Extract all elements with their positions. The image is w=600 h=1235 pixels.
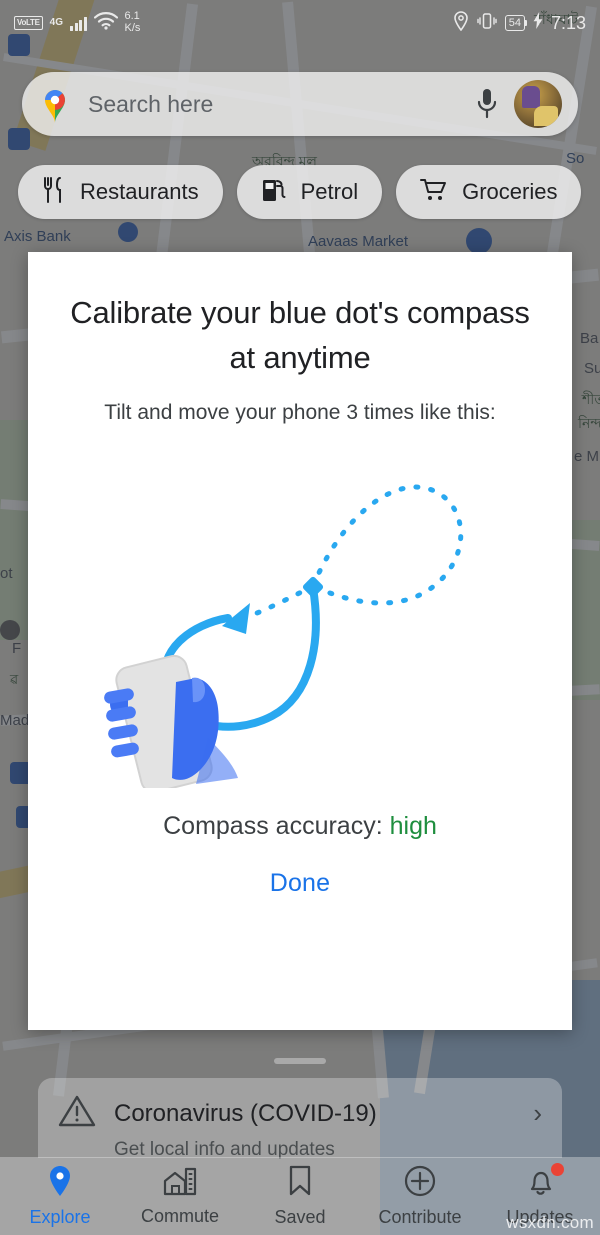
avatar[interactable] (514, 80, 562, 128)
accuracy-label: Compass accuracy: (163, 812, 383, 841)
microphone-icon[interactable] (474, 87, 500, 121)
nav-label: Commute (140, 1205, 220, 1226)
chevron-right-icon[interactable]: › (533, 1098, 542, 1129)
compass-calibration-dialog: Calibrate your blue dot's compass at any… (28, 252, 572, 1030)
data-speed-indicator: 6.1 K/s (125, 11, 141, 34)
nav-item-saved[interactable]: Saved (240, 1165, 360, 1228)
signal-bars-icon (70, 15, 87, 31)
data-speed-unit: K/s (124, 22, 141, 34)
covid-card-row[interactable]: Coronavirus (COVID-19) › (58, 1094, 542, 1133)
dialog-title: Calibrate your blue dot's compass at any… (70, 295, 530, 376)
search-bar[interactable]: Search here (22, 72, 578, 136)
dialog-subtitle: Tilt and move your phone 3 times like th… (104, 400, 496, 424)
nav-label: Explore (29, 1206, 91, 1227)
shopping-cart-icon (420, 177, 448, 208)
wifi-icon (93, 11, 118, 35)
figure-eight-calibration-illustration (100, 438, 500, 794)
watermark: wsxdn.com (506, 1213, 594, 1232)
covid-card-title: Coronavirus (COVID-19) (114, 1099, 377, 1127)
battery-indicator: 54 (504, 15, 528, 31)
accuracy-value: high (389, 812, 437, 841)
bell-icon (526, 1165, 554, 1202)
location-pin-icon (46, 1165, 74, 1202)
dashed-entry-path (237, 583, 316, 623)
done-button[interactable]: Done (270, 869, 331, 898)
chip-groceries[interactable]: Groceries (396, 165, 582, 219)
data-speed-value: 6.1 (124, 10, 140, 23)
updates-badge-dot (551, 1162, 564, 1176)
google-maps-pin-icon (38, 84, 72, 124)
bottom-sheet-drag-handle[interactable] (274, 1058, 326, 1064)
chip-petrol[interactable]: Petrol (236, 165, 383, 219)
chip-restaurants[interactable]: Restaurants (18, 165, 223, 219)
charging-bolt-icon (533, 12, 543, 34)
location-pin-icon (453, 10, 469, 36)
nav-item-commute[interactable]: Commute (120, 1166, 240, 1227)
compass-accuracy-status: Compass accuracy: high (163, 812, 437, 841)
search-input[interactable]: Search here (88, 91, 474, 118)
clock-label: 7:13 (550, 12, 586, 33)
restaurant-icon (42, 176, 66, 208)
volte-icon: VoLTE (14, 16, 43, 30)
dashed-loop-path (309, 484, 464, 606)
warning-triangle-icon (58, 1094, 96, 1133)
buildings-icon (163, 1166, 197, 1201)
chip-label: Restaurants (80, 179, 199, 204)
chip-label: Petrol (300, 179, 359, 204)
plus-circle-icon (404, 1165, 436, 1202)
nav-item-contribute[interactable]: Contribute (360, 1165, 480, 1228)
network-type-label: 4G (49, 17, 63, 29)
status-bar: VoLTE 4G 6.1 K/s 54 7:13 (0, 0, 600, 46)
hand-holding-phone-illustration (104, 655, 238, 794)
vibrate-icon (477, 12, 497, 35)
category-chips: Restaurants Petrol Groceries (18, 165, 582, 219)
nav-item-explore[interactable]: Explore (0, 1165, 120, 1228)
nav-label: Saved (274, 1206, 326, 1227)
fuel-pump-icon (261, 177, 287, 208)
chip-label: Groceries (462, 179, 558, 204)
bottom-sheet[interactable]: Coronavirus (COVID-19) › Get local info … (38, 1078, 562, 1160)
bookmark-icon (287, 1165, 313, 1202)
app-screen: অরবিন্দ মলAxis BankAavaas Marketবাঁধাঘাট… (0, 0, 600, 1235)
nav-label: Contribute (378, 1206, 462, 1227)
path-node-diamond (302, 577, 324, 598)
